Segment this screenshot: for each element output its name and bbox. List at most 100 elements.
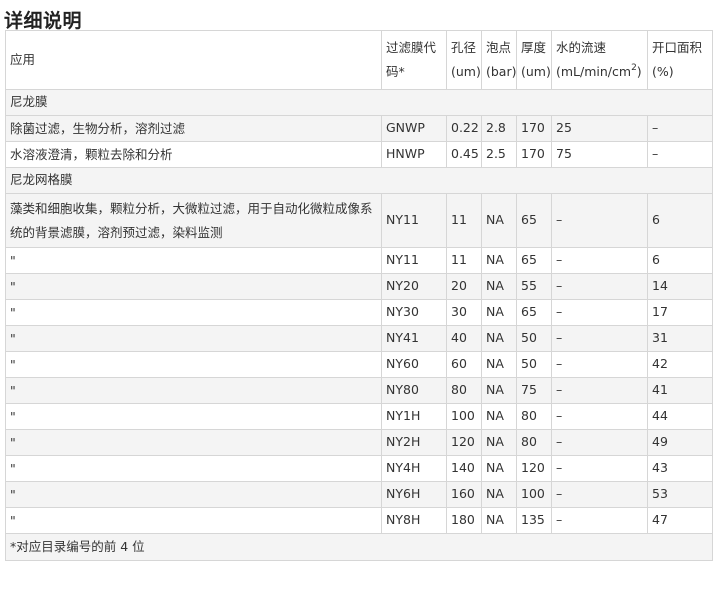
cell-open-area: 42 — [647, 351, 713, 378]
cell-open-area: 44 — [647, 403, 713, 430]
cell-thickness: 65 — [516, 193, 552, 248]
cell-code: NY60 — [381, 351, 447, 378]
table-row: " NY2H 120 NA 80–49 — [5, 429, 713, 456]
table-row: " NY1H 100 NA 80–44 — [5, 403, 713, 430]
section-row: 尼龙膜 — [5, 89, 713, 116]
cell-bubble: NA — [481, 193, 517, 248]
cell-code: NY80 — [381, 377, 447, 404]
cell-pore: 140 — [446, 455, 482, 482]
cell-thickness: 135 — [516, 507, 552, 534]
table-row: " NY8H 180 NA 135–47 — [5, 507, 713, 534]
cell-thickness: 120 — [516, 455, 552, 482]
footnote-row: *对应目录编号的前 4 位 — [5, 533, 713, 561]
cell-bubble: NA — [481, 351, 517, 378]
header-flow-main: 水的流速 — [556, 40, 607, 56]
cell-pore: 0.22 — [446, 115, 482, 142]
table-row: " NY4H 140 NA 120–43 — [5, 455, 713, 482]
cell-flow: – — [551, 455, 648, 482]
cell-open-area: 31 — [647, 325, 713, 352]
cell-pore: 180 — [446, 507, 482, 534]
cell-application: " — [5, 481, 382, 508]
cell-flow: – — [551, 325, 648, 352]
section-row: 尼龙网格膜 — [5, 167, 713, 194]
table-row: " NY80 80 NA 75–41 — [5, 377, 713, 404]
cell-open-area: 49 — [647, 429, 713, 456]
table-row: 水溶液澄清，颗粒去除和分析 HNWP 0.45 2.5 170 75– — [5, 141, 713, 168]
cell-application: " — [5, 455, 382, 482]
cell-pore: 20 — [446, 273, 482, 300]
cell-pore: 60 — [446, 351, 482, 378]
cell-bubble: NA — [481, 403, 517, 430]
page: 详细说明 应用 过滤膜代码* 孔径(um) 泡点(bar) 厚度(um) 水的流… — [0, 0, 717, 589]
cell-pore: 100 — [446, 403, 482, 430]
cell-code: NY11 — [381, 247, 447, 274]
cell-pore: 11 — [446, 247, 482, 274]
table-row: " NY6H 160 NA 100–53 — [5, 481, 713, 508]
table-row: " NY11 11 NA 65–6 — [5, 247, 713, 274]
cell-application: " — [5, 299, 382, 326]
cell-open-area: 14 — [647, 273, 713, 300]
cell-flow: – — [551, 247, 648, 274]
table-header-row: 应用 过滤膜代码* 孔径(um) 泡点(bar) 厚度(um) 水的流速 (mL/… — [5, 30, 713, 90]
header-flow-unit-prefix: (mL/min/cm — [556, 64, 632, 79]
table-row: 藻类和细胞收集，颗粒分析，大微粒过滤，用于自动化微粒成像系统的背景滤膜，溶剂预过… — [5, 193, 713, 248]
cell-bubble: NA — [481, 273, 517, 300]
cell-flow: 75 — [551, 141, 648, 168]
cell-code: GNWP — [381, 115, 447, 142]
cell-pore: 30 — [446, 299, 482, 326]
cell-pore: 120 — [446, 429, 482, 456]
cell-bubble: NA — [481, 325, 517, 352]
cell-thickness: 65 — [516, 299, 552, 326]
cell-thickness: 170 — [516, 115, 552, 142]
header-code: 过滤膜代码* — [381, 30, 447, 90]
cell-code: NY8H — [381, 507, 447, 534]
cell-application: " — [5, 351, 382, 378]
cell-thickness: 170 — [516, 141, 552, 168]
cell-thickness: 80 — [516, 429, 552, 456]
table-row: " NY60 60 NA 50–42 — [5, 351, 713, 378]
cell-open-area: – — [647, 115, 713, 142]
cell-open-area: 43 — [647, 455, 713, 482]
cell-application: " — [5, 325, 382, 352]
header-flow-unit-suffix: ) — [636, 64, 642, 79]
footnote: *对应目录编号的前 4 位 — [5, 533, 713, 561]
cell-pore: 11 — [446, 193, 482, 248]
cell-open-area: 41 — [647, 377, 713, 404]
cell-open-area: – — [647, 141, 713, 168]
cell-application: " — [5, 377, 382, 404]
cell-bubble: 2.8 — [481, 115, 517, 142]
cell-flow: 25 — [551, 115, 648, 142]
cell-application: " — [5, 273, 382, 300]
table-row: 除菌过滤，生物分析，溶剂过滤 GNWP 0.22 2.8 170 25– — [5, 115, 713, 142]
section-label: 尼龙网格膜 — [5, 167, 713, 194]
cell-flow: – — [551, 273, 648, 300]
cell-open-area: 53 — [647, 481, 713, 508]
cell-application: " — [5, 403, 382, 430]
cell-thickness: 50 — [516, 351, 552, 378]
cell-bubble: NA — [481, 507, 517, 534]
cell-flow: – — [551, 429, 648, 456]
cell-pore: 40 — [446, 325, 482, 352]
cell-flow: – — [551, 507, 648, 534]
cell-bubble: NA — [481, 455, 517, 482]
cell-open-area: 17 — [647, 299, 713, 326]
cell-application: 水溶液澄清，颗粒去除和分析 — [5, 141, 382, 168]
header-pore: 孔径(um) — [446, 30, 482, 90]
table-row: " NY20 20 NA 55–14 — [5, 273, 713, 300]
header-thickness: 厚度(um) — [516, 30, 552, 90]
cell-code: NY41 — [381, 325, 447, 352]
cell-thickness: 100 — [516, 481, 552, 508]
cell-application: " — [5, 247, 382, 274]
cell-bubble: NA — [481, 429, 517, 456]
cell-flow: – — [551, 193, 648, 248]
cell-pore: 0.45 — [446, 141, 482, 168]
cell-open-area: 6 — [647, 193, 713, 248]
header-application: 应用 — [5, 30, 382, 90]
cell-thickness: 75 — [516, 377, 552, 404]
header-flow: 水的流速 (mL/min/cm2) — [551, 30, 648, 90]
cell-flow: – — [551, 377, 648, 404]
cell-flow: – — [551, 481, 648, 508]
cell-application: " — [5, 507, 382, 534]
cell-pore: 160 — [446, 481, 482, 508]
header-open-area: 开口面积(%) — [647, 30, 713, 90]
